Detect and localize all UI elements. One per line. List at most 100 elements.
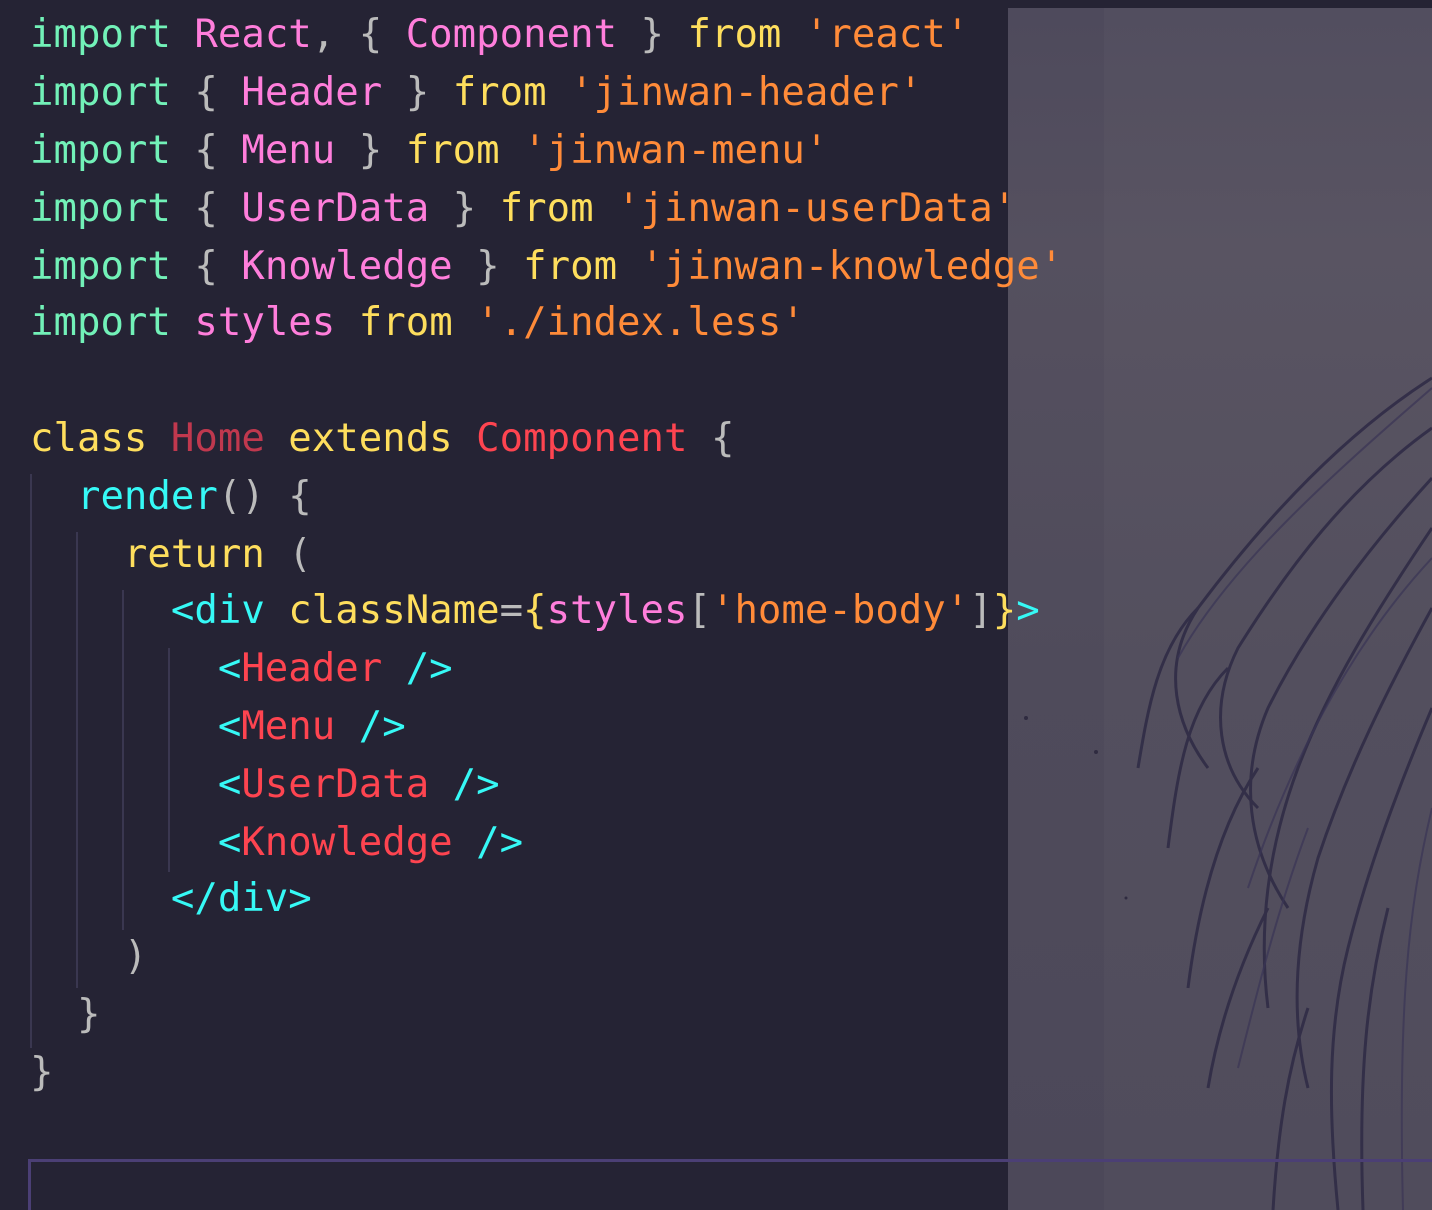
code-token: Menu bbox=[241, 704, 336, 749]
code-line[interactable]: import { Knowledge } from 'jinwan-knowle… bbox=[30, 238, 1063, 296]
code-token: return bbox=[123, 532, 265, 577]
code-line[interactable]: class Home extends Component { bbox=[30, 410, 734, 468]
code-token: > bbox=[1016, 588, 1040, 633]
code-token: { bbox=[170, 244, 242, 289]
code-line[interactable]: import { Header } from 'jinwan-header' bbox=[30, 64, 922, 122]
code-token: 'jinwan-menu' bbox=[523, 128, 829, 173]
hair-illustration bbox=[1024, 376, 1432, 1210]
code-token: import bbox=[30, 12, 171, 57]
code-token: } bbox=[617, 12, 688, 57]
code-token: < bbox=[217, 762, 242, 807]
code-token: styles bbox=[546, 588, 688, 633]
code-token: from bbox=[405, 128, 500, 173]
code-line[interactable]: <Knowledge /> bbox=[30, 814, 523, 872]
code-token: className bbox=[288, 588, 500, 633]
code-token: } bbox=[30, 992, 101, 1037]
code-token: UserData bbox=[241, 762, 430, 807]
code-token: { bbox=[170, 128, 242, 173]
code-token: 'jinwan-knowledge' bbox=[640, 244, 1064, 289]
code-token: ) bbox=[30, 934, 148, 979]
code-token: Knowledge bbox=[241, 820, 453, 865]
code-line[interactable]: <Header /> bbox=[30, 640, 453, 698]
code-editor[interactable]: import React, { Component } from 'react'… bbox=[0, 0, 1432, 1210]
code-line[interactable]: import styles from './index.less' bbox=[30, 294, 805, 352]
code-line[interactable]: import React, { Component } from 'react' bbox=[30, 6, 969, 64]
code-token: { bbox=[523, 588, 547, 633]
code-token: ( bbox=[264, 532, 312, 577]
code-token: import bbox=[30, 128, 171, 173]
code-token: /> bbox=[358, 704, 406, 749]
code-line[interactable]: <div className={styles['home-body']}> bbox=[30, 582, 1040, 640]
code-token: class bbox=[30, 416, 148, 461]
code-token: from bbox=[499, 186, 594, 231]
code-token: </div> bbox=[170, 876, 312, 921]
code-token: = bbox=[499, 588, 524, 633]
code-token: Home bbox=[170, 416, 265, 461]
code-token: Header bbox=[241, 646, 383, 691]
code-token: import bbox=[30, 70, 171, 115]
code-token: } bbox=[452, 244, 524, 289]
code-token: Menu bbox=[241, 128, 336, 173]
code-token: } bbox=[335, 128, 406, 173]
code-line[interactable]: import { Menu } from 'jinwan-menu' bbox=[30, 122, 828, 180]
code-line[interactable]: render() { bbox=[30, 468, 312, 526]
code-token: } bbox=[429, 186, 500, 231]
code-token: from bbox=[452, 70, 547, 115]
code-token: 'jinwan-header' bbox=[570, 70, 923, 115]
code-token: < bbox=[217, 646, 242, 691]
code-token: 'jinwan-userData' bbox=[617, 186, 1017, 231]
code-line[interactable]: ) bbox=[30, 928, 148, 986]
code-token: 'react' bbox=[804, 12, 970, 57]
code-line[interactable]: </div> bbox=[30, 870, 312, 928]
code-token: Component bbox=[405, 12, 618, 57]
code-token: /> bbox=[405, 646, 453, 691]
code-token: import bbox=[30, 300, 171, 345]
code-token: < bbox=[217, 820, 242, 865]
code-token: from bbox=[523, 244, 618, 289]
code-line[interactable]: import { UserData } from 'jinwan-userDat… bbox=[30, 180, 1016, 238]
code-token: Component bbox=[476, 416, 688, 461]
code-line[interactable]: <UserData /> bbox=[30, 756, 500, 814]
code-token: import bbox=[30, 186, 171, 231]
code-token: Header bbox=[241, 70, 383, 115]
code-token: () { bbox=[217, 474, 312, 519]
code-line[interactable]: <Menu /> bbox=[30, 698, 406, 756]
code-line[interactable]: return ( bbox=[30, 526, 312, 584]
code-line[interactable]: } bbox=[30, 1044, 53, 1102]
code-token: UserData bbox=[241, 186, 430, 231]
code-token: <div bbox=[170, 588, 265, 633]
code-token: 'home-body' bbox=[710, 588, 970, 633]
code-token: extends bbox=[288, 416, 453, 461]
code-token: from bbox=[687, 12, 782, 57]
code-token: import bbox=[30, 244, 171, 289]
code-token: './index.less' bbox=[476, 300, 805, 345]
code-token: styles bbox=[194, 300, 336, 345]
code-token: ] bbox=[969, 588, 993, 633]
code-token: /> bbox=[476, 820, 524, 865]
code-token: , { bbox=[311, 12, 406, 57]
code-line[interactable]: } bbox=[30, 986, 101, 1044]
code-token: { bbox=[687, 416, 735, 461]
code-token: Knowledge bbox=[241, 244, 453, 289]
code-token: } bbox=[382, 70, 453, 115]
